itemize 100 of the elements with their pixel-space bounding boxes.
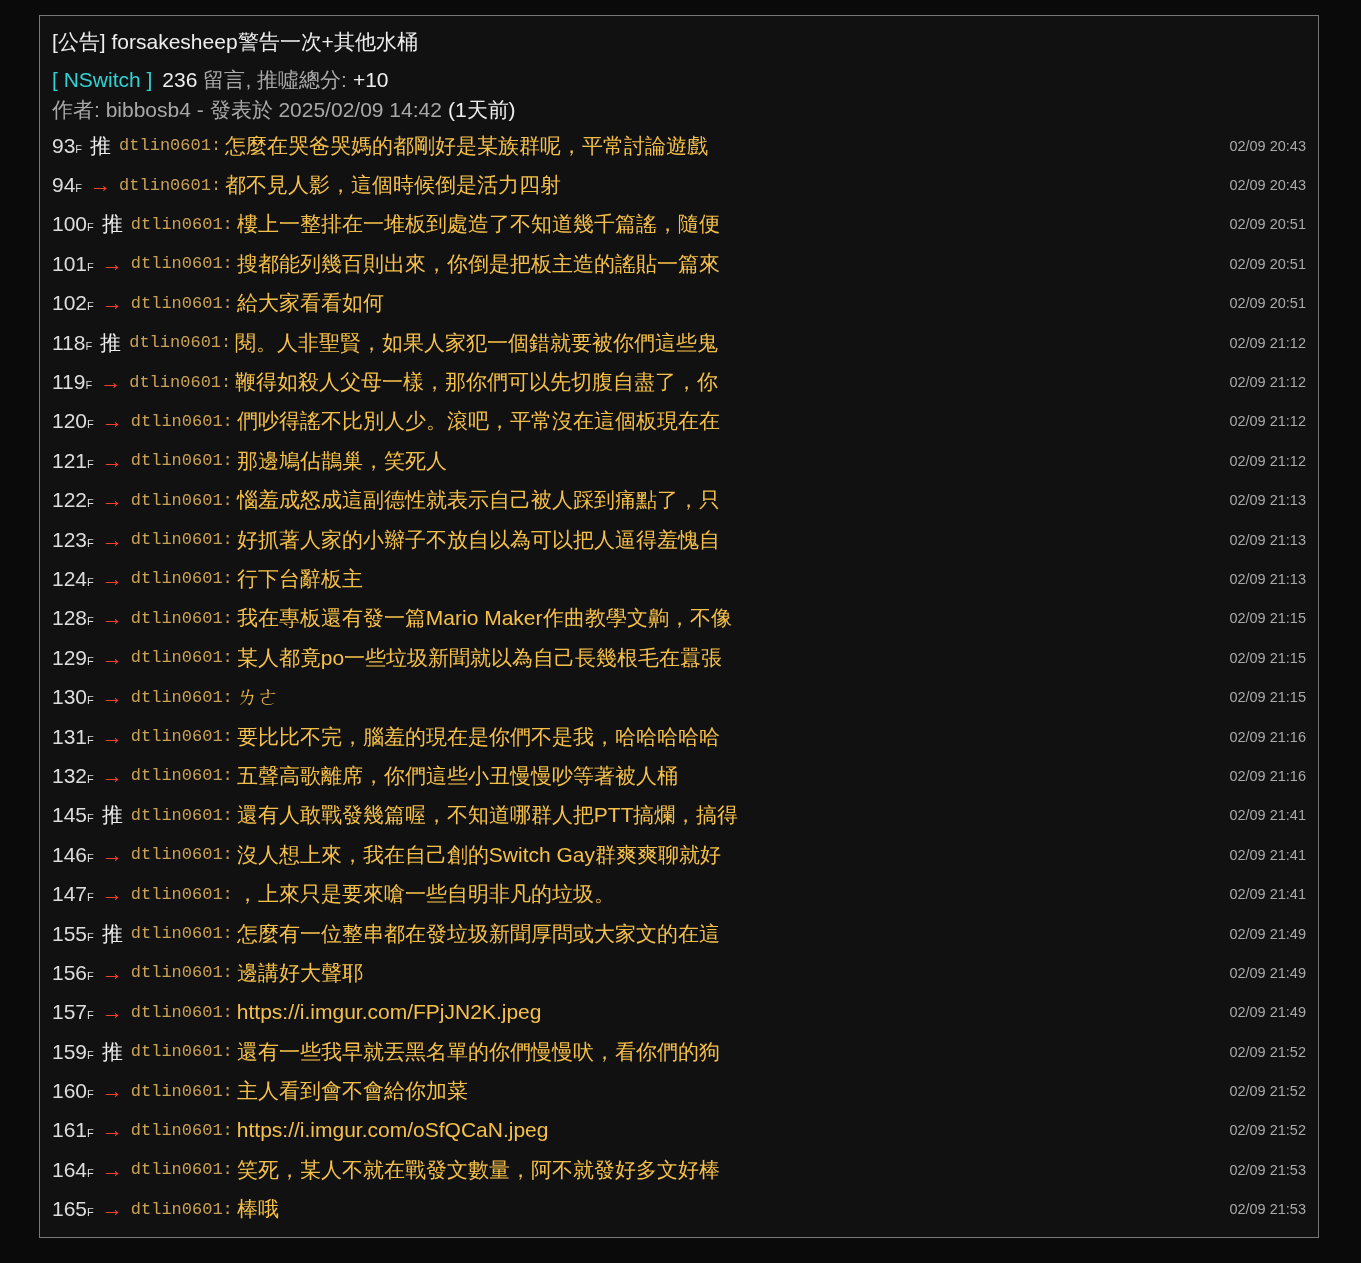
comment-time: 02/09 21:15: [1229, 689, 1306, 706]
comment-author[interactable]: dtlin0601:: [130, 1160, 233, 1180]
arrow-tag: →: [100, 370, 122, 395]
arrow-tag: →: [101, 527, 123, 552]
comment-text: ，上來只是要來嗆一些自明非凡的垃圾。: [236, 881, 616, 908]
arrow-tag: →: [101, 763, 123, 788]
comment-author[interactable]: dtlin0601:: [130, 451, 233, 471]
comment-author[interactable]: dtlin0601:: [130, 845, 233, 865]
comment-author[interactable]: dtlin0601:: [130, 884, 233, 904]
arrow-tag: →: [101, 724, 123, 749]
comment-time: 02/09 21:49: [1229, 1004, 1306, 1021]
comment-author[interactable]: dtlin0601:: [129, 372, 232, 392]
comment-author[interactable]: dtlin0601:: [130, 569, 233, 589]
arrow-tag: →: [101, 1157, 123, 1182]
comment-text: 五聲高歌離席，你們這些小丑慢慢吵等著被人桶: [236, 762, 679, 789]
comment-author[interactable]: dtlin0601:: [130, 1120, 233, 1140]
arrow-tag: →: [90, 173, 112, 198]
comment-time: 02/09 21:49: [1229, 964, 1306, 981]
comment-text: https://i.imgur.com/FPjJN2K.jpeg: [236, 1000, 543, 1025]
arrow-tag: →: [101, 1197, 123, 1222]
push-tag: 推: [100, 328, 122, 357]
comment-time: 02/09 21:41: [1229, 846, 1306, 863]
comment-time: 02/09 20:51: [1229, 216, 1306, 233]
comment-time: 02/09 21:15: [1229, 610, 1306, 627]
comment-text: 搜都能列幾百則出來，你倒是把板主造的謠貼一篇來: [236, 250, 721, 277]
comment-time: 02/09 21:12: [1229, 374, 1306, 391]
comment-text: 鞭得如殺人父母一樣，那你們可以先切腹自盡了，你: [235, 369, 720, 396]
comment-text: 笑死，某人不就在戰發文數量，阿不就發好多文好棒: [236, 1156, 721, 1183]
push-tag: 推: [90, 131, 112, 160]
score: +10: [352, 68, 389, 92]
comment-text: 好抓著人家的小辮子不放自以為可以把人逼得羞愧自: [236, 526, 721, 553]
arrow-tag: →: [101, 645, 123, 670]
arrow-tag: →: [101, 291, 123, 316]
comment-author[interactable]: dtlin0601:: [130, 214, 233, 234]
comment-author[interactable]: dtlin0601:: [130, 1042, 233, 1062]
comment-author[interactable]: dtlin0601:: [130, 411, 233, 431]
comment-text: 都不見人影，這個時候倒是活力四射: [225, 172, 563, 199]
comment-time: 02/09 20:43: [1229, 177, 1306, 194]
arrow-tag: →: [101, 960, 123, 985]
comment-text: 還有一些我早就丟黑名單的你們慢慢吠，看你們的狗: [236, 1038, 721, 1065]
comment-time: 02/09 20:51: [1229, 255, 1306, 272]
comment-time: 02/09 21:12: [1229, 452, 1306, 469]
arrow-tag: →: [101, 685, 123, 710]
comment-text: 樓上一整排在一堆板到處造了不知道幾千篇謠，隨便: [236, 211, 721, 238]
comment-text: 怎麼有一位整串都在發垃圾新聞厚問或大家文的在這: [236, 920, 721, 947]
comment-author[interactable]: dtlin0601:: [130, 254, 233, 274]
comment-author[interactable]: dtlin0601:: [130, 1002, 233, 1022]
comment-author[interactable]: dtlin0601:: [130, 687, 233, 707]
push-tag: 推: [101, 1037, 123, 1066]
comment-author[interactable]: dtlin0601:: [130, 490, 233, 510]
comment-text: 閱。人非聖賢，如果人家犯一個錯就要被你們這些鬼: [235, 329, 720, 356]
post-byline: 作者: bibbosb4 - 發表於 2025/02/09 14:42: [52, 97, 442, 123]
comment-text: 怎麼在哭爸哭媽的都剛好是某族群呢，平常討論遊戲: [225, 132, 710, 159]
comment-text: 那邊鳩佔鵲巢，笑死人: [236, 447, 448, 474]
comment-text: 給大家看看如何: [236, 290, 385, 317]
comment-time: 02/09 21:41: [1229, 807, 1306, 824]
push-tag: 推: [101, 210, 123, 239]
comment-author[interactable]: dtlin0601:: [129, 333, 232, 353]
arrow-tag: →: [101, 1118, 123, 1143]
comment-time: 02/09 21:12: [1229, 334, 1306, 351]
comment-time: 02/09 21:52: [1229, 1083, 1306, 1100]
comment-time: 02/09 21:16: [1229, 767, 1306, 784]
comment-text: 們吵得謠不比別人少。滾吧，平常沒在這個板現在在: [236, 408, 721, 435]
comment-text: 還有人敢戰發幾篇喔，不知道哪群人把PTT搞爛，搞得: [236, 802, 740, 829]
comment-text: 要比比不完，腦羞的現在是你們不是我，哈哈哈哈哈: [236, 723, 721, 750]
comment-time: 02/09 21:52: [1229, 1122, 1306, 1139]
comment-count: 236: [162, 68, 198, 92]
comment-author[interactable]: dtlin0601:: [130, 963, 233, 983]
comment-time: 02/09 20:43: [1229, 137, 1306, 154]
comment-author[interactable]: dtlin0601:: [130, 530, 233, 550]
comment-author[interactable]: dtlin0601:: [130, 1081, 233, 1101]
comment-text: 行下台辭板主: [236, 566, 364, 592]
arrow-tag: →: [101, 409, 123, 434]
comment-text: 沒人想上來，我在自己創的Switch Gay群爽爽聊就好: [236, 841, 722, 868]
comment-text: 我在專板還有發一篇Mario Maker作曲教學文齁，不像: [236, 605, 733, 632]
comment-author[interactable]: dtlin0601:: [130, 805, 233, 825]
comment-author[interactable]: dtlin0601:: [130, 924, 233, 943]
comment-author[interactable]: dtlin0601:: [119, 175, 222, 195]
arrow-tag: →: [101, 567, 123, 591]
comment-author[interactable]: dtlin0601:: [130, 648, 233, 668]
comment-time: 02/09 20:51: [1229, 295, 1306, 312]
push-tag: 推: [101, 919, 123, 948]
comment-time: 02/09 21:16: [1229, 728, 1306, 745]
comment-author[interactable]: dtlin0601:: [130, 766, 233, 786]
comment-text: 惱羞成怒成這副德性就表示自己被人踩到痛點了，只: [236, 487, 721, 514]
board-name[interactable]: [ NSwitch ]: [52, 68, 153, 92]
comment-author[interactable]: dtlin0601:: [130, 727, 233, 747]
comment-text: 邊講好大聲耶: [236, 959, 364, 986]
arrow-tag: →: [101, 606, 123, 631]
comment-time: 02/09 21:52: [1229, 1043, 1306, 1060]
arrow-tag: →: [101, 882, 123, 907]
comment-author[interactable]: dtlin0601:: [130, 293, 233, 313]
comment-time: 02/09 21:13: [1229, 492, 1306, 509]
comment-text: https://i.imgur.com/oSfQCaN.jpeg: [236, 1118, 550, 1143]
comment-time: 02/09 21:53: [1229, 1161, 1306, 1178]
comment-author[interactable]: dtlin0601:: [130, 608, 233, 628]
arrow-tag: →: [101, 448, 123, 473]
comment-author[interactable]: dtlin0601:: [119, 136, 222, 156]
comment-author[interactable]: dtlin0601:: [130, 1199, 233, 1219]
arrow-tag: →: [101, 488, 123, 513]
